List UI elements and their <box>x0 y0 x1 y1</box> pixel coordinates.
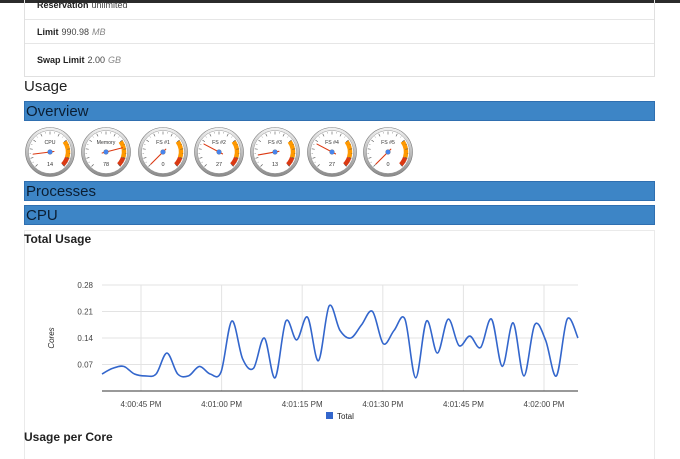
total-usage-heading: Total Usage <box>24 232 92 246</box>
usage-per-core-heading: Usage per Core <box>24 430 113 444</box>
gauge-fs-4: FS #4 27 <box>307 127 357 177</box>
gauge-value: 13 <box>272 162 278 168</box>
spec-value: unlimited <box>91 0 128 10</box>
overview-section-header[interactable]: Overview <box>24 101 655 121</box>
chart-x-tick: 4:01:45 PM <box>443 400 484 409</box>
chart-y-label: Cores <box>47 327 56 348</box>
spec-row-limit: Limit 990.98 MB <box>25 20 654 44</box>
spec-row-reservation: Reservation unlimited <box>25 0 654 20</box>
spec-value: 990.98 <box>61 26 90 37</box>
gauge-value: 14 <box>47 162 53 168</box>
cpu-section-header[interactable]: CPU <box>24 205 655 225</box>
spec-value: 2.00 <box>87 54 106 65</box>
legend-label-total: Total <box>337 412 354 421</box>
chart-series-line-total <box>101 304 579 379</box>
processes-section-header[interactable]: Processes <box>24 181 655 201</box>
chart-y-tick: 0.07 <box>77 361 93 370</box>
chart-x-tick: 4:01:00 PM <box>201 400 242 409</box>
gauge-cpu: CPU 14 <box>25 127 75 177</box>
gauge-label: FS #3 <box>268 140 282 146</box>
usage-heading: Usage <box>24 78 68 95</box>
chart-x-tick: 4:01:30 PM <box>362 400 403 409</box>
gauge-value: 27 <box>216 162 222 168</box>
chart-y-tick: 0.14 <box>77 334 93 343</box>
chart-y-tick: 0.21 <box>77 308 93 317</box>
spec-unit: GB <box>108 54 122 65</box>
gauge-memory: Memory 78 <box>81 127 131 177</box>
spec-label: Reservation <box>37 0 89 10</box>
container-spec-table: Reservation unlimited Limit 990.98 MB Sw… <box>24 0 655 77</box>
spec-row-swap-limit: Swap Limit 2.00 GB <box>25 44 654 75</box>
gauge-value: 0 <box>386 162 389 168</box>
chart-x-tick: 4:01:15 PM <box>282 400 323 409</box>
gauge-value: 0 <box>161 162 164 168</box>
legend-swatch-total <box>326 412 333 419</box>
total-usage-chart: 4:00:45 PM 4:01:00 PM 4:01:15 PM 4:01:30 PM… <box>47 281 579 421</box>
gauge-label: FS #4 <box>325 140 339 146</box>
gauge-label: CPU <box>45 140 56 146</box>
gauge-label: FS #5 <box>381 140 395 146</box>
spec-label: Swap Limit <box>37 54 85 65</box>
chart-x-tick: 4:02:00 PM <box>524 400 565 409</box>
gauge-fs-1: FS #1 0 <box>138 127 188 177</box>
gauge-fs-3: FS #3 13 <box>250 127 300 177</box>
gauge-label: FS #2 <box>212 140 226 146</box>
spec-label: Limit <box>37 26 59 37</box>
chart-x-tick: 4:00:45 PM <box>121 400 162 409</box>
spec-unit: MB <box>92 26 106 37</box>
gauge-label: Memory <box>97 140 116 146</box>
gauge-value: 78 <box>103 162 109 168</box>
gauge-value: 27 <box>329 162 335 168</box>
chart-y-tick: 0.28 <box>77 281 93 290</box>
gauge-fs-5: FS #5 0 <box>363 127 413 177</box>
gauge-fs-2: FS #2 27 <box>194 127 244 177</box>
gauge-label: FS #1 <box>156 140 170 146</box>
